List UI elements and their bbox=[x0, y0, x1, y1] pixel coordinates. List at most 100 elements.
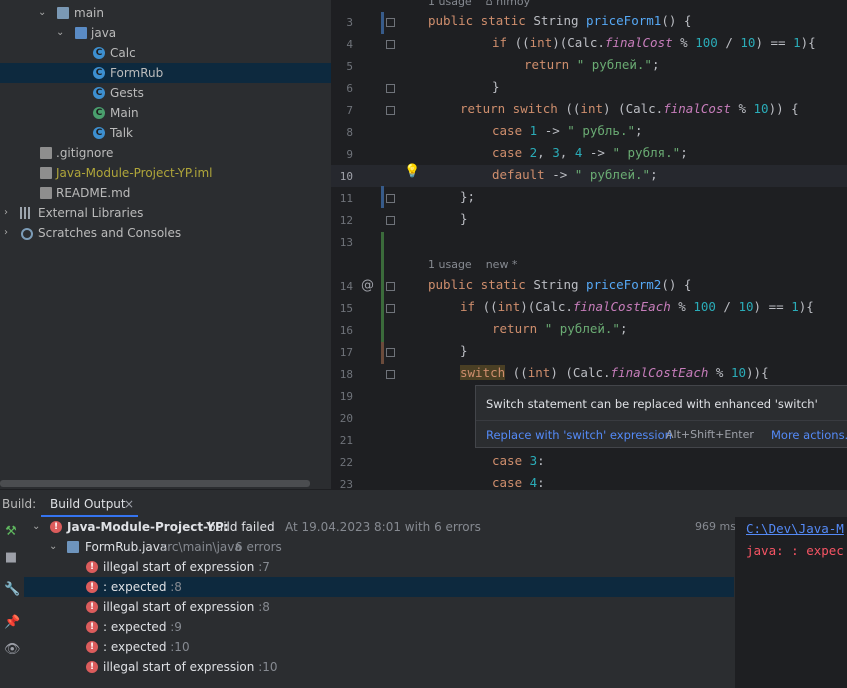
tree-item-scratches[interactable]: › Scratches and Consoles bbox=[0, 223, 331, 243]
build-side-toolbar: ⚒ ■ 🔧 📌 👁 bbox=[0, 517, 22, 688]
tree-item-talk[interactable]: C Talk bbox=[0, 123, 331, 143]
fold-marker-icon[interactable] bbox=[386, 370, 395, 379]
file-icon bbox=[40, 167, 52, 179]
tree-item-main-class[interactable]: C Main bbox=[0, 103, 331, 123]
console-output[interactable]: C:\Dev\Java-M java: : expec bbox=[736, 517, 847, 688]
lightbulb-icon[interactable]: 💡 bbox=[404, 164, 420, 179]
error-count: 6 errors bbox=[235, 540, 282, 554]
code-line[interactable]: } bbox=[460, 211, 468, 226]
tree-item-iml[interactable]: Java-Module-Project-YP.iml bbox=[0, 163, 331, 183]
file-path-link[interactable]: C:\Dev\Java-M bbox=[746, 521, 844, 536]
chevron-down-icon[interactable]: ⌄ bbox=[32, 517, 40, 537]
code-line[interactable]: public static String priceForm1() { bbox=[428, 13, 691, 28]
line-number: 7 bbox=[346, 104, 353, 117]
error-icon: ! bbox=[50, 521, 62, 533]
chevron-right-icon[interactable]: › bbox=[4, 223, 8, 243]
fold-marker-icon[interactable] bbox=[386, 40, 395, 49]
tree-item-external-libraries[interactable]: › External Libraries bbox=[0, 203, 331, 223]
code-line[interactable]: } bbox=[460, 343, 468, 358]
error-message: illegal start of expression bbox=[103, 660, 255, 674]
fold-marker-icon[interactable] bbox=[386, 216, 395, 225]
tree-item-main[interactable]: ⌄ main bbox=[0, 3, 331, 23]
chevron-down-icon[interactable]: ⌄ bbox=[56, 23, 64, 43]
error-line: :10 bbox=[258, 660, 278, 674]
tree-item-readme[interactable]: README.md bbox=[0, 183, 331, 203]
tree-item-java[interactable]: ⌄ java bbox=[0, 23, 331, 43]
chevron-right-icon[interactable]: › bbox=[4, 203, 8, 223]
usage-hint[interactable]: 1 usage ⌂ nimoy bbox=[428, 0, 530, 8]
file-icon bbox=[40, 187, 52, 199]
chevron-down-icon[interactable]: ⌄ bbox=[49, 537, 57, 557]
error-line: :9 bbox=[170, 620, 182, 634]
build-label: Build: bbox=[2, 497, 37, 511]
eye-icon[interactable]: 👁 bbox=[4, 643, 21, 657]
code-line[interactable]: } bbox=[492, 79, 500, 94]
fold-marker-icon[interactable] bbox=[386, 282, 395, 291]
chevron-down-icon[interactable]: ⌄ bbox=[38, 3, 46, 23]
pin-icon[interactable]: 📌 bbox=[4, 616, 20, 630]
fold-marker-icon[interactable] bbox=[386, 304, 395, 313]
code-line[interactable]: case 4: bbox=[492, 475, 545, 489]
error-message: : expected bbox=[103, 580, 167, 594]
line-number: 19 bbox=[339, 390, 353, 403]
java-file-icon bbox=[67, 541, 79, 553]
wrench-icon[interactable]: 🔧 bbox=[4, 583, 20, 597]
tree-item-gests[interactable]: C Gests bbox=[0, 83, 331, 103]
scratches-icon bbox=[21, 228, 33, 240]
error-row[interactable]: ! : expected :8 bbox=[24, 577, 734, 597]
fold-marker-icon[interactable] bbox=[386, 106, 395, 115]
implement-at-icon[interactable]: @ bbox=[361, 278, 374, 293]
build-file-row[interactable]: ⌄ FormRub.java src\main\java 6 errors bbox=[24, 537, 734, 557]
fold-marker-icon[interactable] bbox=[386, 194, 395, 203]
code-line[interactable]: default -> " рублей."; bbox=[492, 167, 658, 182]
code-line[interactable]: case 1 -> " рубль."; bbox=[492, 123, 643, 138]
code-line[interactable]: return " рублей."; bbox=[492, 321, 627, 336]
error-icon: ! bbox=[86, 601, 98, 613]
fold-marker-icon[interactable] bbox=[386, 18, 395, 27]
build-time: At 19.04.2023 8:01 with 6 errors bbox=[285, 520, 481, 534]
vcs-change-marker bbox=[381, 186, 384, 208]
code-line[interactable]: return " рублей."; bbox=[524, 57, 659, 72]
error-icon: ! bbox=[86, 581, 98, 593]
error-row[interactable]: ! : expected :10 bbox=[24, 637, 734, 657]
tree-item-formrub[interactable]: C FormRub bbox=[0, 63, 331, 83]
project-panel: ⌄ main ⌄ java C Calc C FormRub C Gests C… bbox=[0, 0, 331, 489]
line-number: 10 bbox=[339, 170, 353, 183]
error-row[interactable]: ! illegal start of expression :8 bbox=[24, 597, 734, 617]
tab-build-output[interactable]: Build Output bbox=[50, 497, 126, 511]
error-row[interactable]: ! : expected :9 bbox=[24, 617, 734, 637]
tree-item-gitignore[interactable]: .gitignore bbox=[0, 143, 331, 163]
fold-marker-icon[interactable] bbox=[386, 84, 395, 93]
code-line[interactable]: if ((int)(Calc.finalCostEach % 100 / 10)… bbox=[460, 299, 814, 314]
file-name: FormRub.java bbox=[85, 540, 168, 554]
line-number: 4 bbox=[346, 38, 353, 51]
more-actions-link[interactable]: More actions... bbox=[771, 428, 847, 442]
error-row[interactable]: ! illegal start of expression :10 bbox=[24, 657, 734, 677]
stop-icon[interactable]: ■ bbox=[4, 551, 18, 565]
error-row[interactable]: ! illegal start of expression :7 bbox=[24, 557, 734, 577]
code-line[interactable]: case 2, 3, 4 -> " рубля."; bbox=[492, 145, 688, 160]
hammer-icon[interactable]: ⚒ bbox=[4, 525, 18, 539]
shortcut-hint: Alt+Shift+Enter bbox=[666, 428, 754, 441]
build-root-row[interactable]: ⌄ ! Java-Module-Project-YP: build failed… bbox=[24, 517, 736, 537]
code-line[interactable]: case 3: bbox=[492, 453, 545, 468]
code-line[interactable]: }; bbox=[460, 189, 475, 204]
error-icon: ! bbox=[86, 641, 98, 653]
error-icon: ! bbox=[86, 621, 98, 633]
tree-item-calc[interactable]: C Calc bbox=[0, 43, 331, 63]
code-line[interactable]: switch ((int) (Calc.finalCostEach % 10))… bbox=[460, 365, 769, 380]
code-line[interactable]: return switch ((int) (Calc.finalCost % 1… bbox=[460, 101, 799, 116]
build-output-panel: ⚒ ■ 🔧 📌 👁 ⌄ ! Java-Module-Project-YP: bu… bbox=[0, 517, 847, 688]
close-icon[interactable]: × bbox=[124, 497, 134, 511]
horizontal-scrollbar[interactable] bbox=[0, 480, 310, 487]
tree-item-label: Main bbox=[110, 106, 139, 120]
code-line[interactable]: public static String priceForm2() { bbox=[428, 277, 691, 292]
code-line[interactable]: if ((int)(Calc.finalCost % 100 / 10) == … bbox=[492, 35, 816, 50]
error-line: :8 bbox=[170, 580, 182, 594]
tree-item-label: Calc bbox=[110, 46, 136, 60]
replace-with-switch-link[interactable]: Replace with 'switch' expression bbox=[486, 428, 672, 442]
line-number: 5 bbox=[346, 60, 353, 73]
usage-hint[interactable]: 1 usage new * bbox=[428, 258, 517, 271]
file-icon bbox=[40, 147, 52, 159]
fold-marker-icon[interactable] bbox=[386, 348, 395, 357]
